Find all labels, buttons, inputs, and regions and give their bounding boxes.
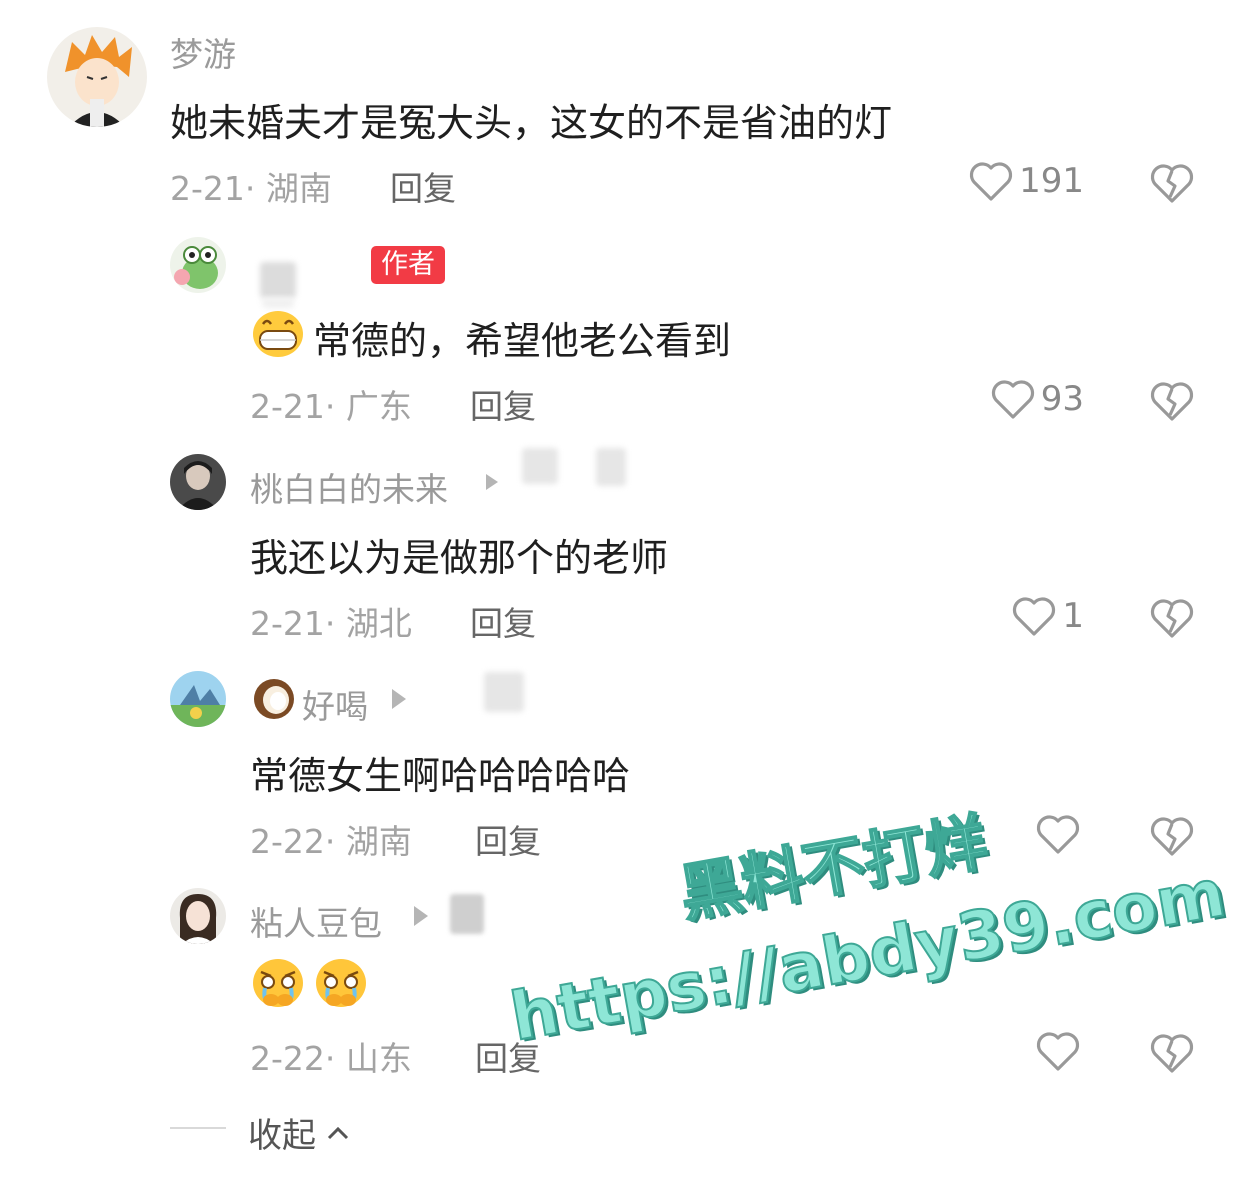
blurred-username bbox=[450, 894, 484, 934]
grinning-emoji-icon bbox=[253, 311, 303, 357]
avatar[interactable] bbox=[170, 237, 226, 293]
comment-meta: 2-21· 湖南 bbox=[170, 169, 332, 208]
avatar[interactable] bbox=[47, 27, 147, 127]
reply-arrow-icon bbox=[486, 474, 498, 490]
author-badge: 作者 bbox=[371, 246, 445, 284]
reply-button[interactable]: 回复 bbox=[390, 162, 456, 210]
comment-meta: 2-21· 湖北 bbox=[250, 604, 412, 643]
broken-heart-icon[interactable] bbox=[1150, 162, 1194, 204]
chevron-up-icon bbox=[327, 1126, 349, 1139]
comment-username[interactable]: 桃白白的未来 bbox=[250, 463, 448, 511]
coconut-emoji-icon bbox=[254, 679, 294, 719]
comment-username[interactable]: 梦游 bbox=[170, 28, 236, 76]
comment-text: 常德女生啊哈哈哈哈哈 bbox=[250, 754, 631, 798]
like-button[interactable]: 1 bbox=[1012, 595, 1084, 637]
comment-meta: 2-21· 广东 bbox=[250, 387, 412, 426]
heart-outline-icon bbox=[969, 162, 1013, 201]
like-button[interactable] bbox=[1036, 1030, 1086, 1072]
like-count: 1 bbox=[1062, 596, 1084, 636]
blurred-username bbox=[260, 262, 296, 298]
heart-outline-icon bbox=[1036, 1032, 1080, 1071]
broken-heart-icon[interactable] bbox=[1150, 815, 1194, 857]
reply-button[interactable]: 回复 bbox=[475, 815, 541, 863]
avatar[interactable] bbox=[170, 888, 226, 944]
blurred-username bbox=[522, 448, 558, 484]
reply-button[interactable]: 回复 bbox=[470, 597, 536, 645]
blurred-username bbox=[596, 448, 626, 486]
avatar[interactable] bbox=[170, 454, 226, 510]
broken-heart-icon[interactable] bbox=[1150, 597, 1194, 639]
collapse-button[interactable]: 收起 bbox=[248, 1108, 350, 1157]
like-button[interactable]: 93 bbox=[991, 378, 1084, 420]
reply-button[interactable]: 回复 bbox=[470, 380, 536, 428]
comment-meta: 2-22· 湖南 bbox=[250, 822, 412, 861]
broken-heart-icon[interactable] bbox=[1150, 380, 1194, 422]
broken-heart-icon[interactable] bbox=[1150, 1032, 1194, 1074]
blurred-username bbox=[262, 298, 294, 308]
reply-arrow-icon bbox=[414, 906, 428, 926]
comment-username[interactable]: 粘人豆包 bbox=[250, 897, 382, 945]
comment-text: 我还以为是做那个的老师 bbox=[250, 536, 669, 580]
reply-arrow-icon bbox=[392, 689, 406, 709]
like-button[interactable]: 191 bbox=[969, 160, 1084, 202]
like-button[interactable] bbox=[1036, 813, 1086, 855]
divider bbox=[170, 1127, 226, 1129]
crying-emoji-icon bbox=[316, 959, 366, 1007]
heart-outline-icon bbox=[1013, 597, 1056, 636]
comment-username[interactable]: 好喝 bbox=[302, 680, 368, 728]
blurred-username bbox=[484, 672, 524, 712]
heart-outline-icon bbox=[991, 380, 1034, 419]
avatar[interactable] bbox=[170, 671, 226, 727]
comment-text: 常德的，希望他老公看到 bbox=[313, 319, 732, 363]
comment-text: 她未婚夫才是冤大头，这女的不是省油的灯 bbox=[170, 101, 893, 145]
collapse-label: 收起 bbox=[248, 1116, 316, 1156]
heart-outline-icon bbox=[1036, 815, 1080, 854]
like-count: 191 bbox=[1019, 161, 1084, 201]
like-count: 93 bbox=[1040, 379, 1084, 419]
comment-meta: 2-22· 山东 bbox=[250, 1039, 412, 1078]
crying-emoji-icon bbox=[253, 959, 303, 1007]
